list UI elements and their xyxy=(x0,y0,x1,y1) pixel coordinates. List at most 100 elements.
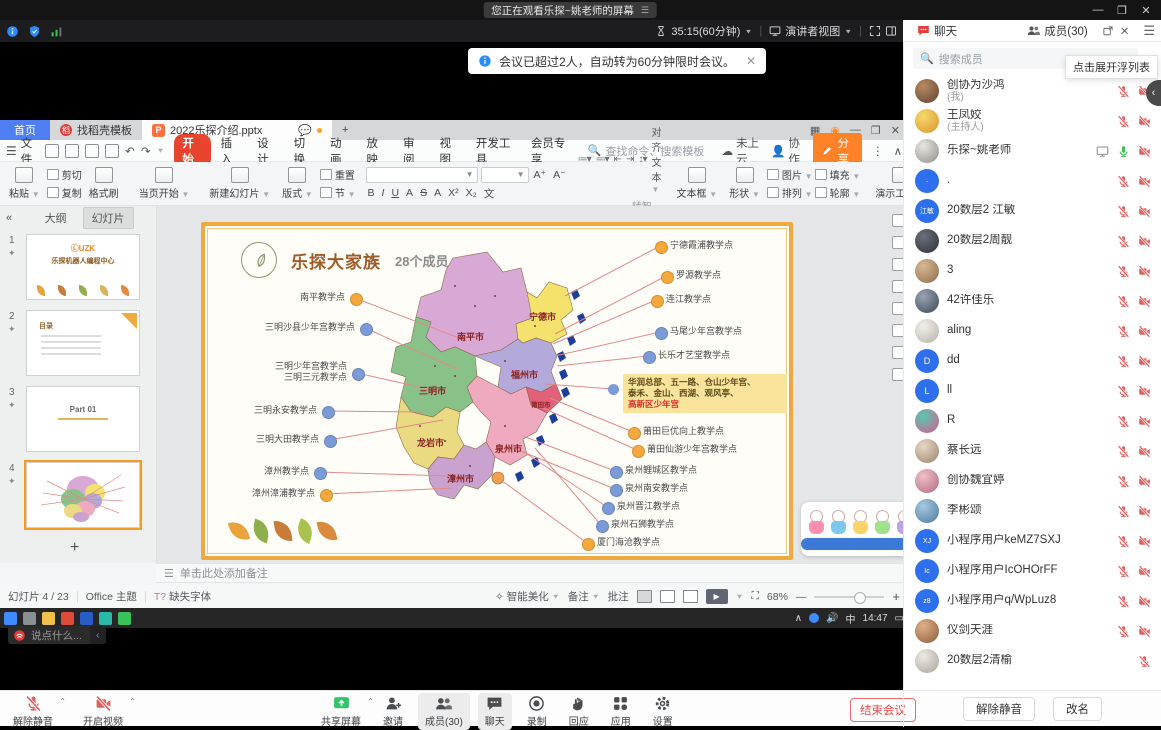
member-row[interactable]: 3 xyxy=(903,256,1161,286)
cam-off-icon[interactable] xyxy=(1138,565,1151,578)
member-row[interactable]: 创协魏宜婷 xyxy=(903,466,1161,496)
mic-off-icon[interactable] xyxy=(1117,505,1130,518)
rename-button[interactable]: 改名 xyxy=(1053,697,1102,721)
zoom-knob[interactable] xyxy=(854,592,866,604)
hamburger-menu-icon[interactable]: ☰ xyxy=(1143,23,1155,39)
add-slide-button[interactable]: + xyxy=(70,539,79,557)
zoom-in-button[interactable]: + xyxy=(892,589,900,604)
mic-off-icon[interactable] xyxy=(1138,655,1151,668)
member-row[interactable]: Ddd xyxy=(903,346,1161,376)
slideshow-play-button[interactable]: ▶ xyxy=(706,589,728,604)
open-icon[interactable] xyxy=(45,144,59,158)
cam-off-icon[interactable] xyxy=(1138,535,1151,548)
search-icon[interactable] xyxy=(23,612,36,625)
format-1-button[interactable]: I xyxy=(380,187,387,199)
cam-off-icon[interactable] xyxy=(1138,205,1151,218)
mic-off-icon[interactable] xyxy=(1117,115,1130,128)
more-icon[interactable]: ⋮ xyxy=(872,144,884,158)
comment-button[interactable]: 批注 xyxy=(608,589,629,604)
toolbar-解除静音[interactable]: 解除静音⌃ xyxy=(6,693,60,730)
ribbon-排列-button[interactable]: 排列 ▼ xyxy=(767,185,813,200)
cam-off-icon[interactable] xyxy=(1138,115,1151,128)
member-row[interactable]: 20数层2周靓 xyxy=(903,226,1161,256)
popout-icon[interactable] xyxy=(1102,25,1114,37)
zoom-out-button[interactable]: — xyxy=(796,591,807,603)
cam-off-icon[interactable] xyxy=(1138,325,1151,338)
chevron-up-icon[interactable]: ⌃ xyxy=(59,697,66,706)
mic-off-icon[interactable] xyxy=(1117,175,1130,188)
app-icon[interactable] xyxy=(99,612,112,625)
toolbar-录制[interactable]: 录制 xyxy=(520,693,554,730)
member-row[interactable]: 乐探~姚老师 xyxy=(903,136,1161,166)
panel-collapse-icon[interactable]: « xyxy=(6,212,12,224)
sorter-view-icon[interactable] xyxy=(660,590,675,603)
format-6-button[interactable]: X² xyxy=(446,187,461,199)
toolbar-邀请[interactable]: 邀请 xyxy=(376,693,410,730)
fit-window-icon[interactable]: ⛶ xyxy=(752,590,759,603)
cam-off-icon[interactable] xyxy=(1138,475,1151,488)
mic-off-icon[interactable] xyxy=(1117,595,1130,608)
slide-thumbnail-1[interactable]: 1 ✦ⓁUZK 乐探机器人编程中心 xyxy=(26,234,140,300)
zoom-slider[interactable] xyxy=(814,596,884,598)
format-8-button[interactable]: 文 xyxy=(482,186,497,201)
beautify-button[interactable]: ✧ 智能美化▼ xyxy=(495,589,560,604)
chevron-down-icon[interactable]: ▼ xyxy=(156,147,164,154)
member-row[interactable]: 20数层2清榆 xyxy=(903,646,1161,676)
cam-off-icon[interactable] xyxy=(1138,505,1151,518)
chevron-up-icon[interactable]: ⌃ xyxy=(367,697,374,706)
cam-off-icon[interactable] xyxy=(1138,145,1151,158)
meeting-timer[interactable]: 35:15(60分钟) ▼ xyxy=(655,23,752,39)
decrease-font-button[interactable]: A⁻ xyxy=(551,169,568,181)
format-7-button[interactable]: X₂ xyxy=(464,187,479,199)
cam-off-icon[interactable] xyxy=(1138,235,1151,248)
tray-expand-icon[interactable]: ∧ xyxy=(795,613,802,624)
member-row[interactable]: aling xyxy=(903,316,1161,346)
quick-chat-chip[interactable]: 说点什么... ‹ xyxy=(8,626,106,644)
increase-font-button[interactable]: A⁺ xyxy=(532,169,549,181)
toolbar-共享屏幕[interactable]: 共享屏幕⌃ xyxy=(314,693,368,730)
toolbar-成员(30)[interactable]: 成员(30) xyxy=(418,693,470,730)
preview-icon[interactable] xyxy=(105,144,119,158)
maximize-button[interactable]: ❐ xyxy=(1111,4,1133,17)
mic-off-icon[interactable] xyxy=(1117,85,1130,98)
toolbar-聊天[interactable]: 聊天 xyxy=(478,693,512,730)
toast-close-icon[interactable]: ✕ xyxy=(746,54,756,68)
ribbon-复制-button[interactable]: 复制 xyxy=(47,185,82,200)
notes-bar[interactable]: ☰ 单击此处添加备注 xyxy=(156,563,908,583)
theme-label[interactable]: Office 主题 xyxy=(86,589,137,604)
tab-chat[interactable]: 聊天 xyxy=(909,20,965,42)
view-mode-switcher[interactable]: 演讲者视图 ▼ xyxy=(769,23,852,39)
cam-off-icon[interactable] xyxy=(1138,415,1151,428)
member-row[interactable]: R xyxy=(903,406,1161,436)
cam-off-icon[interactable] xyxy=(1138,295,1151,308)
tab-slides[interactable]: 幻灯片 xyxy=(83,207,134,229)
member-row[interactable]: 江敏20数层2 江敏 xyxy=(903,196,1161,226)
ribbon-版式-button[interactable]: 版式 ▼ xyxy=(277,165,318,202)
mic-off-icon[interactable] xyxy=(1117,265,1130,278)
normal-view-icon[interactable] xyxy=(637,590,652,603)
toolbar-回应[interactable]: 回应 xyxy=(562,693,596,730)
chevron-down-icon[interactable]: ▼ xyxy=(736,593,744,600)
tray-app-icon[interactable] xyxy=(809,613,819,623)
redo-icon[interactable]: ↷ xyxy=(141,144,151,158)
member-row[interactable]: Ic小程序用户IcOHOrFF xyxy=(903,556,1161,586)
format-0-button[interactable]: B xyxy=(366,187,377,199)
cam-off-icon[interactable] xyxy=(1138,595,1151,608)
member-row[interactable]: z8小程序用户q/WpLuz8 xyxy=(903,586,1161,616)
member-row[interactable]: Lll xyxy=(903,376,1161,406)
ribbon-剪切-button[interactable]: 剪切 xyxy=(47,167,82,182)
ribbon-轮廓-button[interactable]: 轮廓 ▼ xyxy=(815,185,861,200)
font-family-select[interactable]: ▼ xyxy=(366,167,478,183)
slide-thumbnail-3[interactable]: 3 ✦Part 01 xyxy=(26,386,140,452)
bullet-list-icon[interactable]: ≔▾ xyxy=(578,154,591,165)
cam-off-icon[interactable] xyxy=(1138,265,1151,278)
mic-on-icon[interactable] xyxy=(1117,145,1130,158)
chip-collapse-icon[interactable]: ‹ xyxy=(90,626,106,644)
minimize-button[interactable]: — xyxy=(1087,4,1109,16)
cam-off-icon[interactable] xyxy=(1138,445,1151,458)
start-button[interactable] xyxy=(4,612,17,625)
chat-chip-placeholder[interactable]: 说点什么... xyxy=(31,628,82,643)
member-row[interactable]: 李彬颂 xyxy=(903,496,1161,526)
align-text-button[interactable]: 对齐文本 ▼ xyxy=(651,124,661,195)
member-row[interactable]: XJ小程序用户keMZ7SXJ xyxy=(903,526,1161,556)
